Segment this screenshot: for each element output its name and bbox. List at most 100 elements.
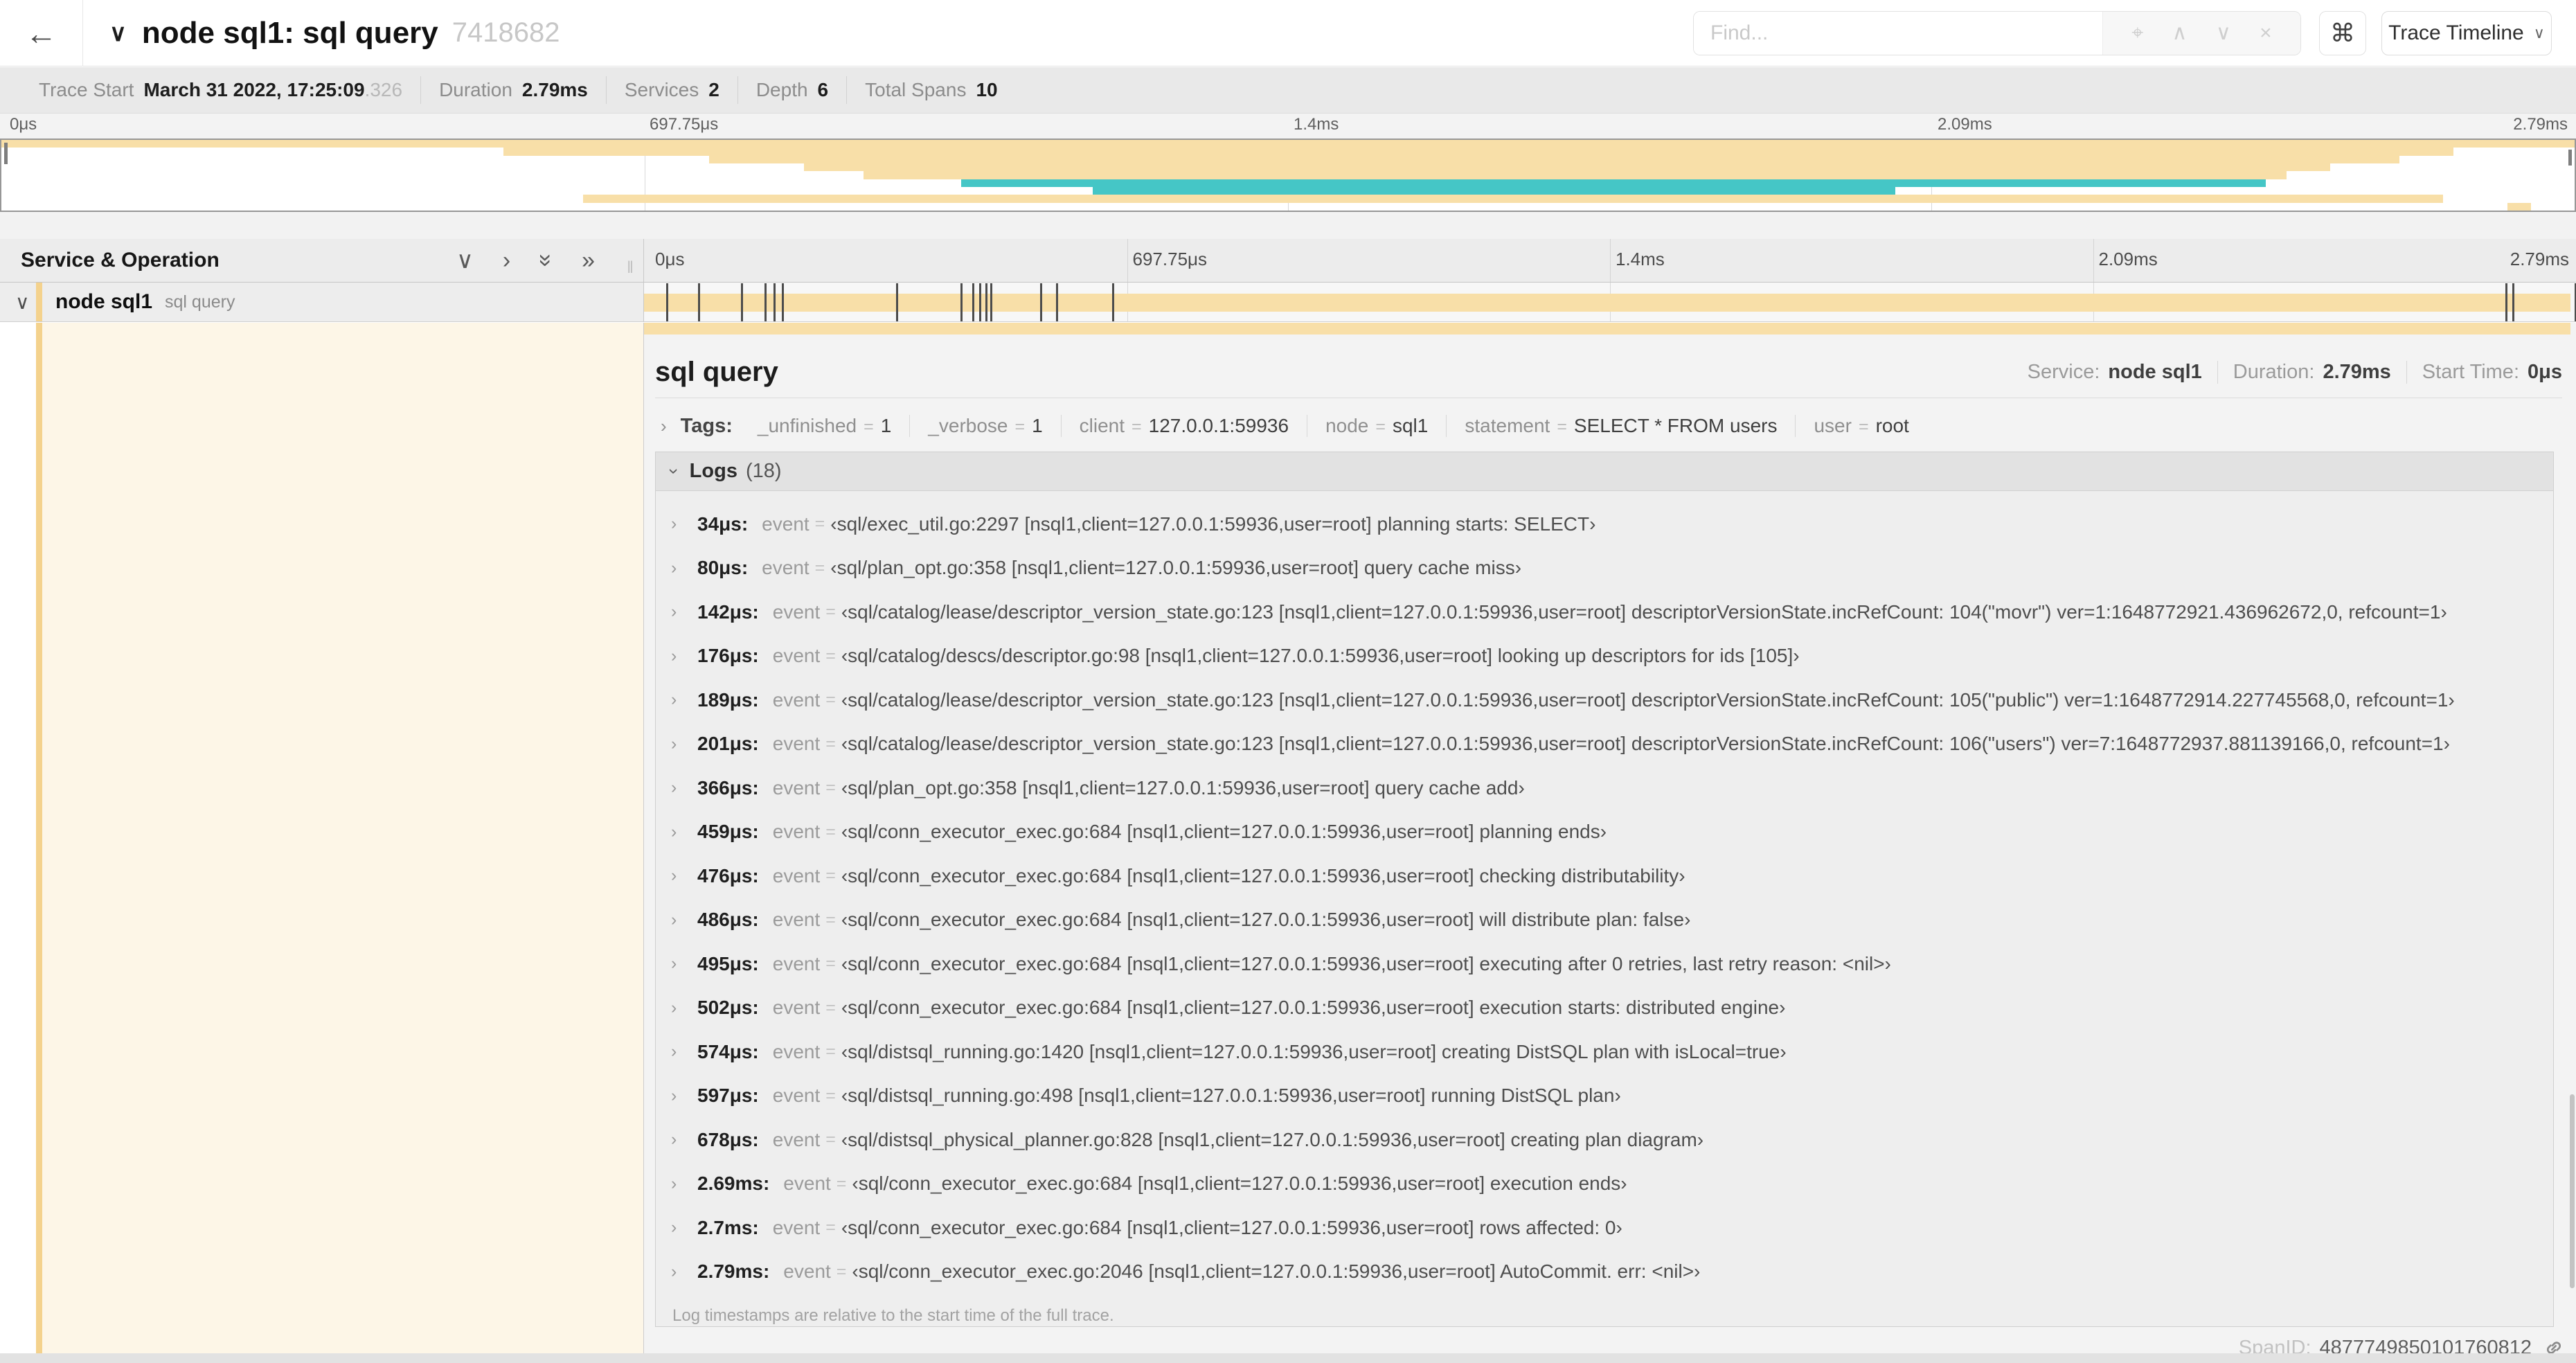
log-row[interactable]: › 366μs: event = ‹sql/plan_opt.go:358 [n…: [656, 766, 2553, 810]
timeline-tick-label: 1.4ms: [1294, 115, 1339, 134]
span-row-name-cell[interactable]: ∨ node sql1 sql query: [0, 283, 644, 322]
chevron-down-icon[interactable]: ›: [663, 468, 685, 474]
chevron-down-icon[interactable]: ∨: [109, 19, 127, 47]
collapse-one-icon[interactable]: ∨: [456, 249, 474, 272]
tag-value: 127.0.0.1:59936: [1148, 415, 1289, 436]
log-equals: =: [825, 1085, 836, 1105]
chevron-right-icon[interactable]: ›: [671, 822, 685, 842]
vertical-scrollbar[interactable]: [2570, 1094, 2575, 1288]
tag-item[interactable]: user = root: [1796, 415, 1926, 437]
chevron-right-icon[interactable]: ›: [671, 1262, 685, 1282]
tags-row[interactable]: › Tags: _unfinished = 1 _verbose = 1 cli…: [661, 406, 2562, 446]
log-row[interactable]: › 2.69ms: event = ‹sql/conn_executor_exe…: [656, 1162, 2553, 1206]
expand-one-icon[interactable]: ›: [503, 249, 510, 272]
meta-label: Duration:: [2233, 360, 2315, 383]
tags-list: _unfinished = 1 _verbose = 1 client = 12…: [740, 415, 1927, 437]
find-input[interactable]: [1694, 12, 2102, 55]
minimap-canvas[interactable]: [0, 139, 2576, 212]
log-event-key: event: [772, 1128, 821, 1150]
log-row[interactable]: › 176μs: event = ‹sql/catalog/descs/desc…: [656, 634, 2553, 679]
tag-item[interactable]: node = sql1: [1307, 415, 1447, 437]
tag-equals: =: [864, 417, 874, 436]
stat-value: 2: [708, 79, 719, 100]
prev-match-icon[interactable]: ∧: [2172, 23, 2188, 44]
chevron-right-icon[interactable]: ›: [671, 910, 685, 930]
tag-item[interactable]: _verbose = 1: [910, 415, 1062, 437]
minimap-span-bar: [582, 195, 2444, 203]
log-row[interactable]: › 495μs: event = ‹sql/conn_executor_exec…: [656, 942, 2553, 986]
chevron-right-icon[interactable]: ›: [671, 1086, 685, 1106]
span-detail-panel: sql query Service: node sql1 Duration: 2…: [644, 323, 2576, 1363]
log-tick: [960, 283, 963, 321]
logs-section: › Logs (18) › 34μs: event = ‹sql/exec_ut…: [655, 452, 2554, 1327]
log-row[interactable]: › 597μs: event = ‹sql/distsql_running.go…: [656, 1074, 2553, 1119]
chevron-right-icon[interactable]: ›: [671, 514, 685, 534]
log-row[interactable]: › 476μs: event = ‹sql/conn_executor_exec…: [656, 854, 2553, 898]
view-selector-button[interactable]: Trace Timeline ∨: [2381, 11, 2552, 55]
collapse-all-icon[interactable]: »: [533, 254, 560, 267]
chevron-right-icon[interactable]: ›: [671, 954, 685, 974]
log-tick: [665, 283, 668, 321]
span-row[interactable]: ∨ node sql1 sql query: [0, 283, 2576, 322]
chevron-right-icon[interactable]: ›: [671, 558, 685, 578]
log-row[interactable]: › 34μs: event = ‹sql/exec_util.go:2297 […: [656, 502, 2553, 546]
next-match-icon[interactable]: ∨: [2216, 23, 2231, 44]
chevron-right-icon[interactable]: ›: [671, 602, 685, 622]
log-row[interactable]: › 486μs: event = ‹sql/conn_executor_exec…: [656, 898, 2553, 943]
chevron-right-icon[interactable]: ›: [671, 646, 685, 666]
trace-title-group[interactable]: ∨ node sql1: sql query 7418682: [109, 16, 560, 51]
log-row[interactable]: › 502μs: event = ‹sql/conn_executor_exec…: [656, 986, 2553, 1031]
log-event-key: event: [772, 821, 821, 843]
log-timestamp: 201μs:: [697, 733, 759, 755]
log-event-key: event: [772, 1085, 821, 1107]
minimap-left-handle[interactable]: [4, 143, 8, 164]
tag-item[interactable]: statement = SELECT * FROM users: [1447, 415, 1796, 437]
log-equals: =: [825, 909, 836, 929]
span-service-name: node sql1: [55, 290, 153, 313]
gridline: [2093, 239, 2094, 282]
timeline-tick-label: 697.75μs: [650, 115, 719, 134]
stat-value: March 31 2022, 17:25:09: [143, 79, 365, 100]
chevron-right-icon[interactable]: ›: [661, 416, 667, 437]
keyboard-shortcuts-button[interactable]: ⌘: [2319, 11, 2366, 55]
log-row[interactable]: › 2.7ms: event = ‹sql/conn_executor_exec…: [656, 1206, 2553, 1250]
chevron-right-icon[interactable]: ›: [671, 1130, 685, 1150]
log-row[interactable]: › 678μs: event = ‹sql/distsql_physical_p…: [656, 1118, 2553, 1162]
log-equals: =: [836, 1173, 847, 1193]
chevron-right-icon[interactable]: ›: [671, 1042, 685, 1062]
log-row[interactable]: › 142μs: event = ‹sql/catalog/lease/desc…: [656, 590, 2553, 634]
log-timestamp: 189μs:: [697, 688, 759, 711]
span-row-timeline-cell[interactable]: [644, 283, 2576, 322]
minimap-right-handle[interactable]: [2568, 150, 2572, 166]
minimap-row: [1, 202, 2575, 211]
chevron-right-icon[interactable]: ›: [671, 1218, 685, 1238]
chevron-right-icon[interactable]: ›: [671, 734, 685, 754]
minimap-row: [1, 171, 2575, 179]
chevron-right-icon[interactable]: ›: [671, 778, 685, 798]
tag-item[interactable]: _unfinished = 1: [740, 415, 911, 437]
clear-find-icon[interactable]: ×: [2260, 23, 2272, 44]
expand-all-icon[interactable]: »: [582, 249, 595, 272]
log-row[interactable]: › 189μs: event = ‹sql/catalog/lease/desc…: [656, 678, 2553, 722]
tags-label: Tags:: [680, 414, 733, 437]
logs-header[interactable]: › Logs (18): [656, 452, 2553, 491]
locate-icon[interactable]: ⌖: [2131, 23, 2143, 44]
chevron-down-icon[interactable]: ∨: [15, 291, 36, 314]
page-title: node sql1: sql query: [141, 15, 438, 50]
log-row[interactable]: › 201μs: event = ‹sql/catalog/lease/desc…: [656, 722, 2553, 767]
back-button[interactable]: ←: [0, 0, 83, 66]
log-row[interactable]: › 2.79ms: event = ‹sql/conn_executor_exe…: [656, 1250, 2553, 1294]
log-equals: =: [825, 997, 836, 1017]
detail-span-bar[interactable]: [644, 323, 2570, 335]
chevron-right-icon[interactable]: ›: [671, 1174, 685, 1194]
log-row[interactable]: › 574μs: event = ‹sql/distsql_running.go…: [656, 1030, 2553, 1074]
log-timestamp: 366μs:: [697, 776, 759, 799]
chevron-right-icon[interactable]: ›: [671, 866, 685, 886]
span-bar[interactable]: [644, 294, 2570, 312]
log-row[interactable]: › 459μs: event = ‹sql/conn_executor_exec…: [656, 810, 2553, 855]
log-row[interactable]: › 80μs: event = ‹sql/plan_opt.go:358 [ns…: [656, 546, 2553, 591]
column-resizer-handle[interactable]: ‖: [627, 258, 634, 278]
tag-item[interactable]: client = 127.0.0.1:59936: [1062, 415, 1308, 437]
chevron-right-icon[interactable]: ›: [671, 998, 685, 1018]
chevron-right-icon[interactable]: ›: [671, 690, 685, 710]
